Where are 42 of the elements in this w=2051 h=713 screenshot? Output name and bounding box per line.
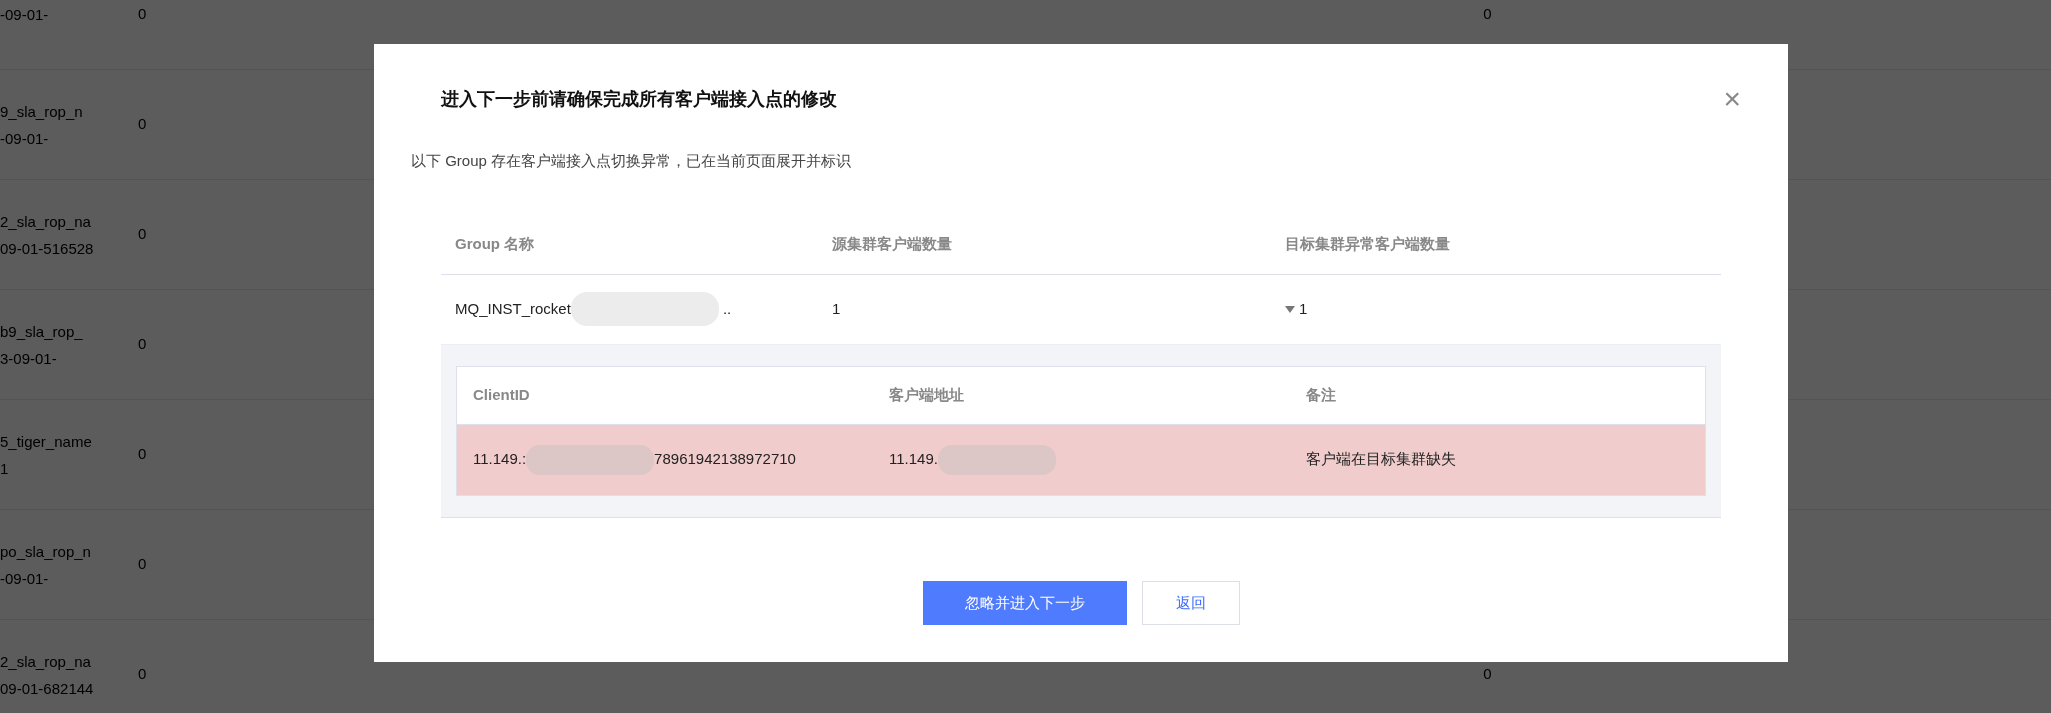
table-cell-text: 3-09-01- [0,348,58,369]
table-cell-text: 0 [1483,664,1492,685]
table-cell-text: 1 [831,298,842,319]
column-header: 备注 [1305,384,1337,405]
column-header: 客户端地址 [888,384,965,405]
table-cell-text: .. [722,298,732,319]
table-cell-text: 0 [1483,4,1492,25]
table-cell-text: 0 [138,224,147,245]
table-cell-text: -09-01- [0,568,50,589]
back-button[interactable]: 返回 [1141,581,1240,625]
table-cell-text: 2_sla_rop_na [0,211,92,232]
table-cell-text: 2_sla_rop_na [0,651,92,672]
table-cell-text: 1 [0,458,10,479]
dialog-title: 进入下一步前请确保完成所有客户端接入点的修改 [441,87,837,111]
table-cell-text: 11.149.: [473,449,527,470]
table-cell-text: 11.149. [889,449,938,470]
table-cell-text: MQ_INST_rocket [455,298,571,319]
table-cell-text: po_sla_rop_n [0,541,92,562]
table-cell-text: 78961942138972710 [654,449,796,470]
column-header: ClientID [472,384,531,405]
table-cell-text: 5_tiger_name [0,431,93,452]
table-cell-text: 09-01-516528 [0,238,95,259]
column-header: 目标集群异常客户端数量 [1284,233,1451,254]
table-cell-text: 0 [138,114,147,135]
table-cell-text: -09-01- [0,128,50,149]
table-cell-text: 客户端在目标集群缺失 [1305,449,1457,470]
table-cell-text: 0 [138,334,147,355]
table-cell-text: b9_sla_rop_ [0,321,84,342]
close-button[interactable]: × [1723,84,1741,114]
caret-icon[interactable] [1285,305,1295,313]
table-cell-text: 0 [138,664,147,685]
table-cell-text: 0 [138,4,147,25]
table-cell-text: 09-01-682144 [0,678,95,699]
dialog-description: 以下 Group 存在客户端接入点切换异常，已在当前页面展开并标识 [411,151,853,171]
column-header: Group 名称 [454,233,536,254]
column-header: 源集群客户端数量 [831,233,953,254]
table-cell-text: 9_sla_rop_n [0,101,84,122]
table-cell-text: -09-01- [0,5,50,25]
ignore-and-continue-button[interactable]: 忽略并进入下一步 [922,581,1127,625]
table-cell-text: 0 [138,554,147,575]
table-cell-text: 0 [138,444,147,465]
table-cell-text: 1 [1299,298,1308,319]
